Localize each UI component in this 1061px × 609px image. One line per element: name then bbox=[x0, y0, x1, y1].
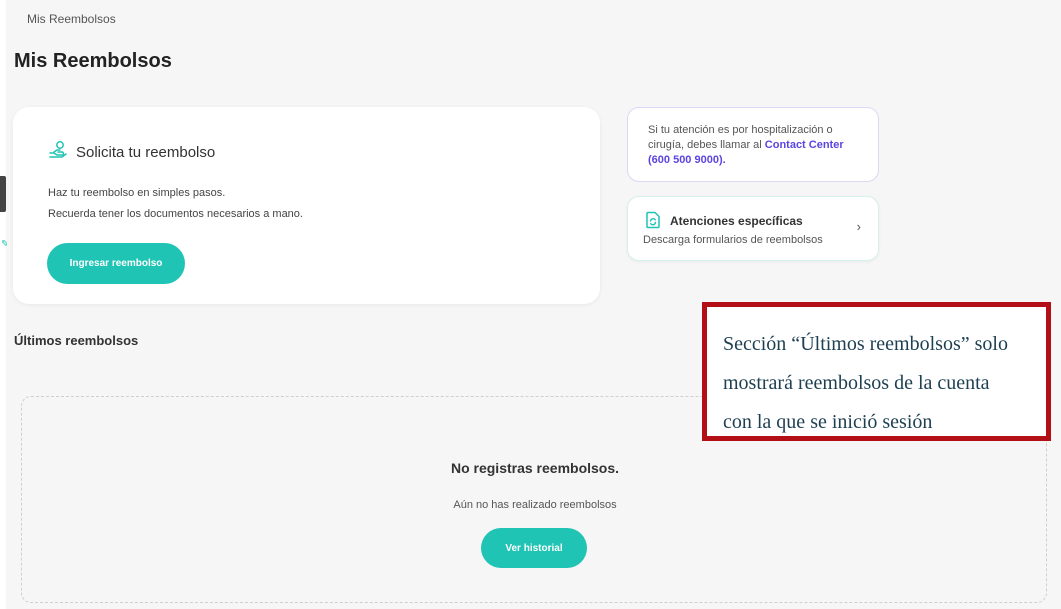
contact-center-link[interactable]: Contact Center bbox=[765, 139, 844, 151]
request-card-text-2: Recuerda tener los documentos necesarios… bbox=[48, 208, 303, 220]
request-card-title: Solicita tu reembolso bbox=[76, 144, 216, 161]
info-line-1: Si tu atención es por hospitalización o bbox=[648, 124, 833, 136]
annotation-line-3: con la que se inició sesión bbox=[723, 411, 933, 433]
annotation-line-2: mostrará reembolsos de la cuenta bbox=[723, 372, 990, 394]
page-title: Mis Reembolsos bbox=[14, 50, 172, 72]
request-card-text-1: Haz tu reembolso en simples pasos. bbox=[48, 187, 226, 199]
annotation-line-1: Sección “Últimos reembolsos” solo bbox=[723, 333, 1008, 355]
specific-care-forms-card[interactable]: Atenciones específicas Descarga formular… bbox=[627, 196, 879, 261]
left-edge bbox=[0, 0, 6, 609]
info-line-2: cirugía, debes llamar al Contact Center bbox=[648, 138, 858, 153]
chevron-right-icon: › bbox=[856, 219, 861, 234]
annotation-note: Sección “Últimos reembolsos” solo mostra… bbox=[702, 302, 1051, 441]
submit-refund-button[interactable]: Ingresar reembolso bbox=[47, 243, 185, 284]
empty-state-subtitle: Aún no has realizado reembolsos bbox=[453, 499, 617, 511]
sidebar-partial-icon: ✎ bbox=[1, 239, 7, 250]
sidebar-collapse-tab[interactable] bbox=[0, 176, 6, 212]
view-history-button[interactable]: Ver historial bbox=[481, 528, 587, 568]
request-card-header: Solicita tu reembolso bbox=[48, 140, 215, 165]
request-refund-card: Solicita tu reembolso Haz tu reembolso e… bbox=[13, 107, 600, 304]
empty-state-title: No registras reembolsos. bbox=[450, 460, 620, 476]
latest-refunds-heading: Últimos reembolsos bbox=[14, 333, 139, 348]
document-refresh-icon bbox=[644, 211, 662, 234]
hospitalization-info-card: Si tu atención es por hospitalización o … bbox=[627, 107, 879, 182]
info-line-2-text: cirugía, debes llamar al bbox=[648, 139, 765, 151]
forms-card-subtitle: Descarga formularios de reembolsos bbox=[643, 234, 823, 246]
breadcrumb[interactable]: Mis Reembolsos bbox=[27, 12, 116, 26]
contact-phone-link[interactable]: (600 500 9000). bbox=[648, 153, 858, 168]
hand-coin-icon bbox=[48, 140, 68, 165]
forms-card-title: Atenciones específicas bbox=[670, 214, 803, 228]
